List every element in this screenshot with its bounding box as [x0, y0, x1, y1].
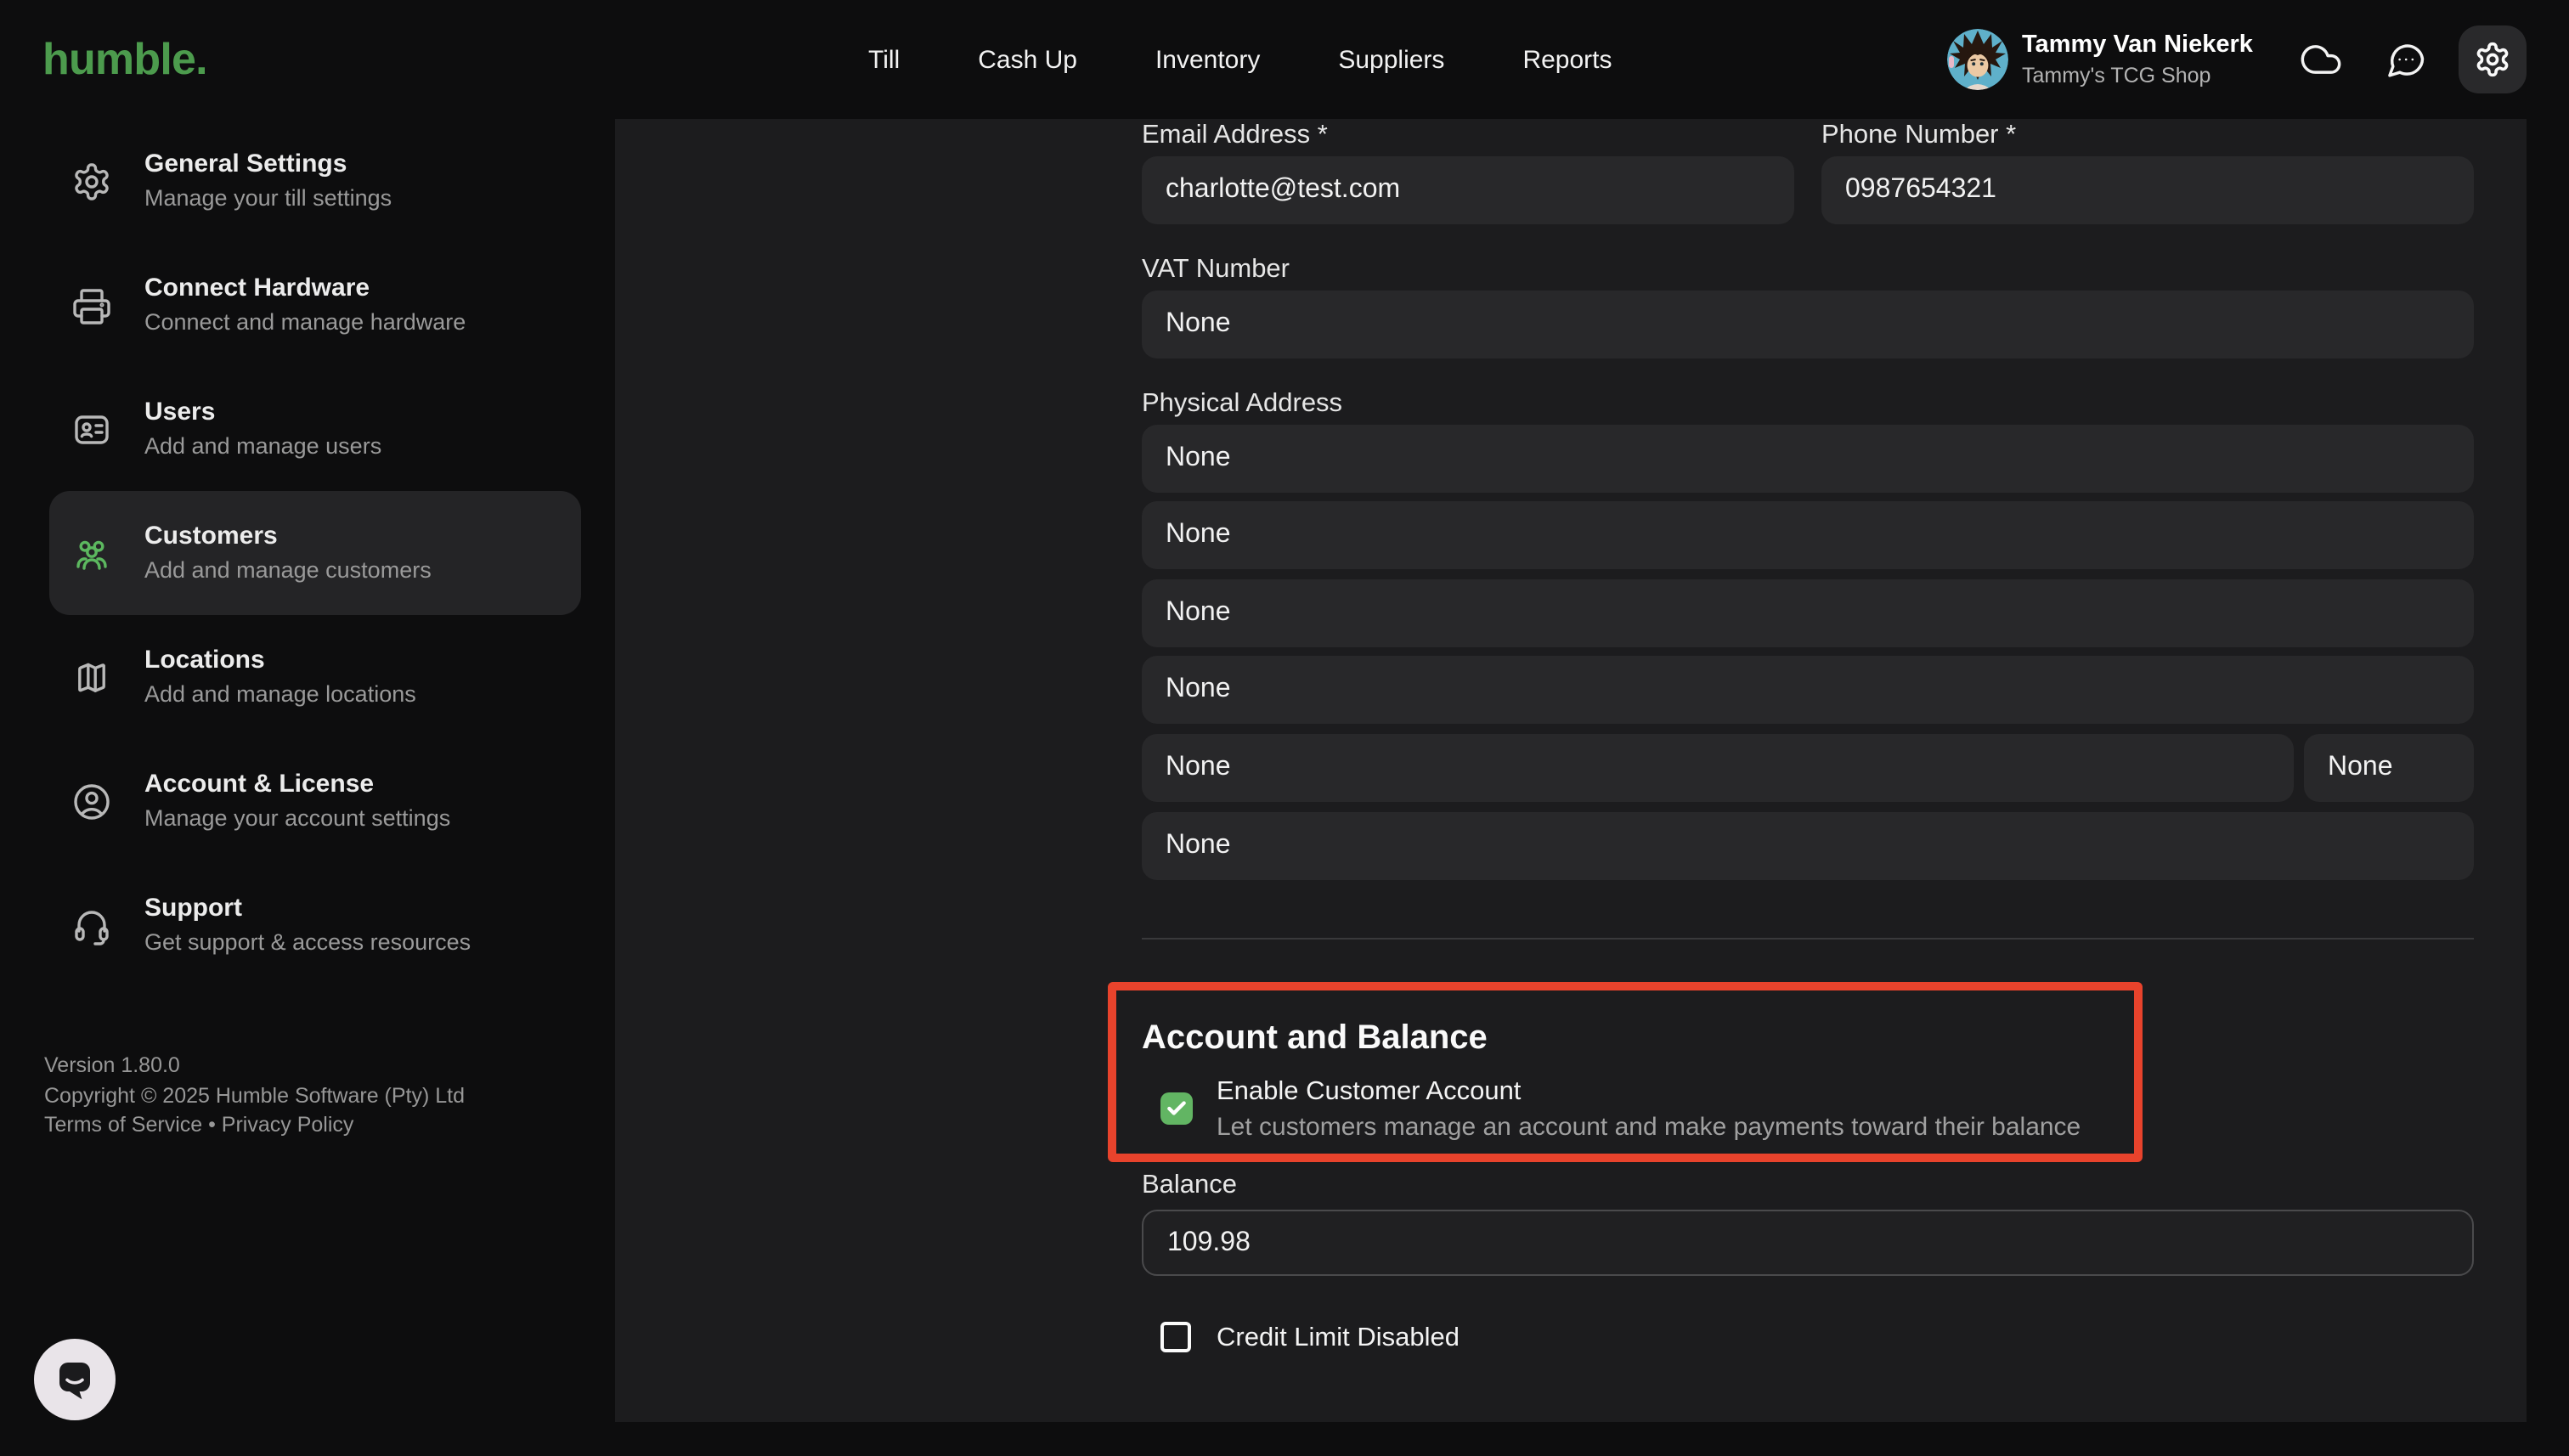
app-window: humble. Till Cash Up Inventory Suppliers…	[0, 0, 2569, 1456]
sidebar-item-connect-hardware[interactable]: Connect Hardware Connect and manage hard…	[49, 243, 581, 367]
sidebar-item-subtitle: Add and manage locations	[144, 678, 416, 710]
physical-address-label: Physical Address	[1142, 389, 1342, 418]
check-icon	[1166, 1098, 1188, 1120]
support-chat-launcher[interactable]	[34, 1339, 116, 1420]
humble-logo: humble.	[42, 33, 207, 86]
headset-icon	[71, 905, 112, 945]
chat-bubble-icon	[53, 1357, 97, 1402]
settings-sidebar: General Settings Manage your till settin…	[0, 119, 615, 1456]
address-line1-field[interactable]: None	[1142, 425, 2474, 493]
email-field[interactable]: charlotte@test.com	[1142, 156, 1794, 224]
sidebar-item-title: Account & License	[144, 768, 450, 802]
sidebar-item-subtitle: Add and manage users	[144, 430, 381, 462]
sidebar-item-title: Customers	[144, 520, 432, 554]
sidebar-item-title: Locations	[144, 644, 416, 678]
user-shop: Tammy's TCG Shop	[2022, 64, 2253, 87]
sidebar-item-title: Connect Hardware	[144, 272, 466, 306]
credit-limit-label: Credit Limit Disabled	[1217, 1322, 1460, 1354]
address-line2-field[interactable]: None	[1142, 501, 2474, 569]
user-circle-icon	[71, 781, 112, 821]
vat-field[interactable]: None	[1142, 291, 2474, 358]
email-value: charlotte@test.com	[1166, 175, 1400, 206]
sidebar-item-subtitle: Add and manage customers	[144, 554, 432, 586]
account-balance-heading: Account and Balance	[1142, 1016, 1488, 1060]
nav-item-cash-up[interactable]: Cash Up	[978, 45, 1077, 74]
nav-item-suppliers[interactable]: Suppliers	[1338, 45, 1444, 74]
avatar[interactable]	[1947, 29, 2008, 90]
sidebar-item-support[interactable]: Support Get support & access resources	[49, 863, 581, 987]
sidebar-item-users[interactable]: Users Add and manage users	[49, 367, 581, 491]
address-country-field[interactable]: None	[1142, 812, 2474, 880]
enable-customer-account-description: Let customers manage an account and make…	[1217, 1111, 2081, 1143]
users-group-icon	[71, 533, 112, 573]
sidebar-item-general-settings[interactable]: General Settings Manage your till settin…	[49, 119, 581, 243]
printer-icon	[71, 285, 112, 325]
user-info[interactable]: Tammy Van Niekerk Tammy's TCG Shop	[2022, 31, 2253, 87]
email-label: Email Address *	[1142, 121, 1328, 150]
gear-icon	[2474, 41, 2511, 78]
sidebar-item-subtitle: Connect and manage hardware	[144, 306, 466, 338]
credit-limit-checkbox[interactable]	[1160, 1322, 1191, 1352]
phone-value: 0987654321	[1845, 175, 1996, 206]
settings-button[interactable]	[2459, 25, 2527, 93]
phone-field[interactable]: 0987654321	[1821, 156, 2474, 224]
phone-label: Phone Number *	[1821, 121, 2016, 150]
sidebar-item-subtitle: Manage your account settings	[144, 802, 450, 834]
balance-field[interactable]: 109.98	[1142, 1210, 2474, 1276]
chat-icon[interactable]	[2384, 37, 2428, 82]
sidebar-item-account-license[interactable]: Account & License Manage your account se…	[49, 739, 581, 863]
address-line3-field[interactable]: None	[1142, 579, 2474, 647]
sidebar-item-customers[interactable]: Customers Add and manage customers	[49, 491, 581, 615]
id-card-icon	[71, 409, 112, 449]
sidebar-footer: Version 1.80.0 Copyright © 2025 Humble S…	[44, 1052, 465, 1141]
version-text: Version 1.80.0	[44, 1052, 465, 1081]
customer-detail-panel: Email Address * charlotte@test.com Phone…	[615, 119, 2527, 1422]
sidebar-item-title: General Settings	[144, 148, 392, 182]
balance-label: Balance	[1142, 1171, 1237, 1199]
address-city-field[interactable]: None	[1142, 734, 2294, 802]
copyright-text: Copyright © 2025 Humble Software (Pty) L…	[44, 1081, 465, 1111]
enable-customer-account-label: Enable Customer Account	[1217, 1075, 1521, 1108]
vat-label: VAT Number	[1142, 255, 1290, 284]
enable-customer-account-checkbox[interactable]	[1160, 1092, 1193, 1125]
sidebar-item-title: Support	[144, 892, 471, 926]
address-line4-field[interactable]: None	[1142, 656, 2474, 724]
user-name: Tammy Van Niekerk	[2022, 31, 2253, 59]
sidebar-item-title: Users	[144, 396, 381, 430]
nav-item-till[interactable]: Till	[868, 45, 900, 74]
top-nav: humble. Till Cash Up Inventory Suppliers…	[0, 0, 2569, 119]
sidebar-item-locations[interactable]: Locations Add and manage locations	[49, 615, 581, 739]
vat-value: None	[1166, 309, 1231, 340]
nav-item-inventory[interactable]: Inventory	[1155, 45, 1260, 74]
nav-item-reports[interactable]: Reports	[1522, 45, 1612, 74]
cloud-sync-icon[interactable]	[2299, 37, 2343, 82]
legal-links[interactable]: Terms of Service • Privacy Policy	[44, 1111, 465, 1141]
main-nav: Till Cash Up Inventory Suppliers Reports	[868, 0, 1612, 119]
sidebar-item-subtitle: Get support & access resources	[144, 926, 471, 958]
sidebar-item-subtitle: Manage your till settings	[144, 182, 392, 214]
address-code-field[interactable]: None	[2304, 734, 2474, 802]
gear-icon	[71, 161, 112, 201]
balance-value: 109.98	[1167, 1227, 1251, 1258]
map-icon	[71, 657, 112, 697]
section-divider	[1142, 938, 2474, 940]
